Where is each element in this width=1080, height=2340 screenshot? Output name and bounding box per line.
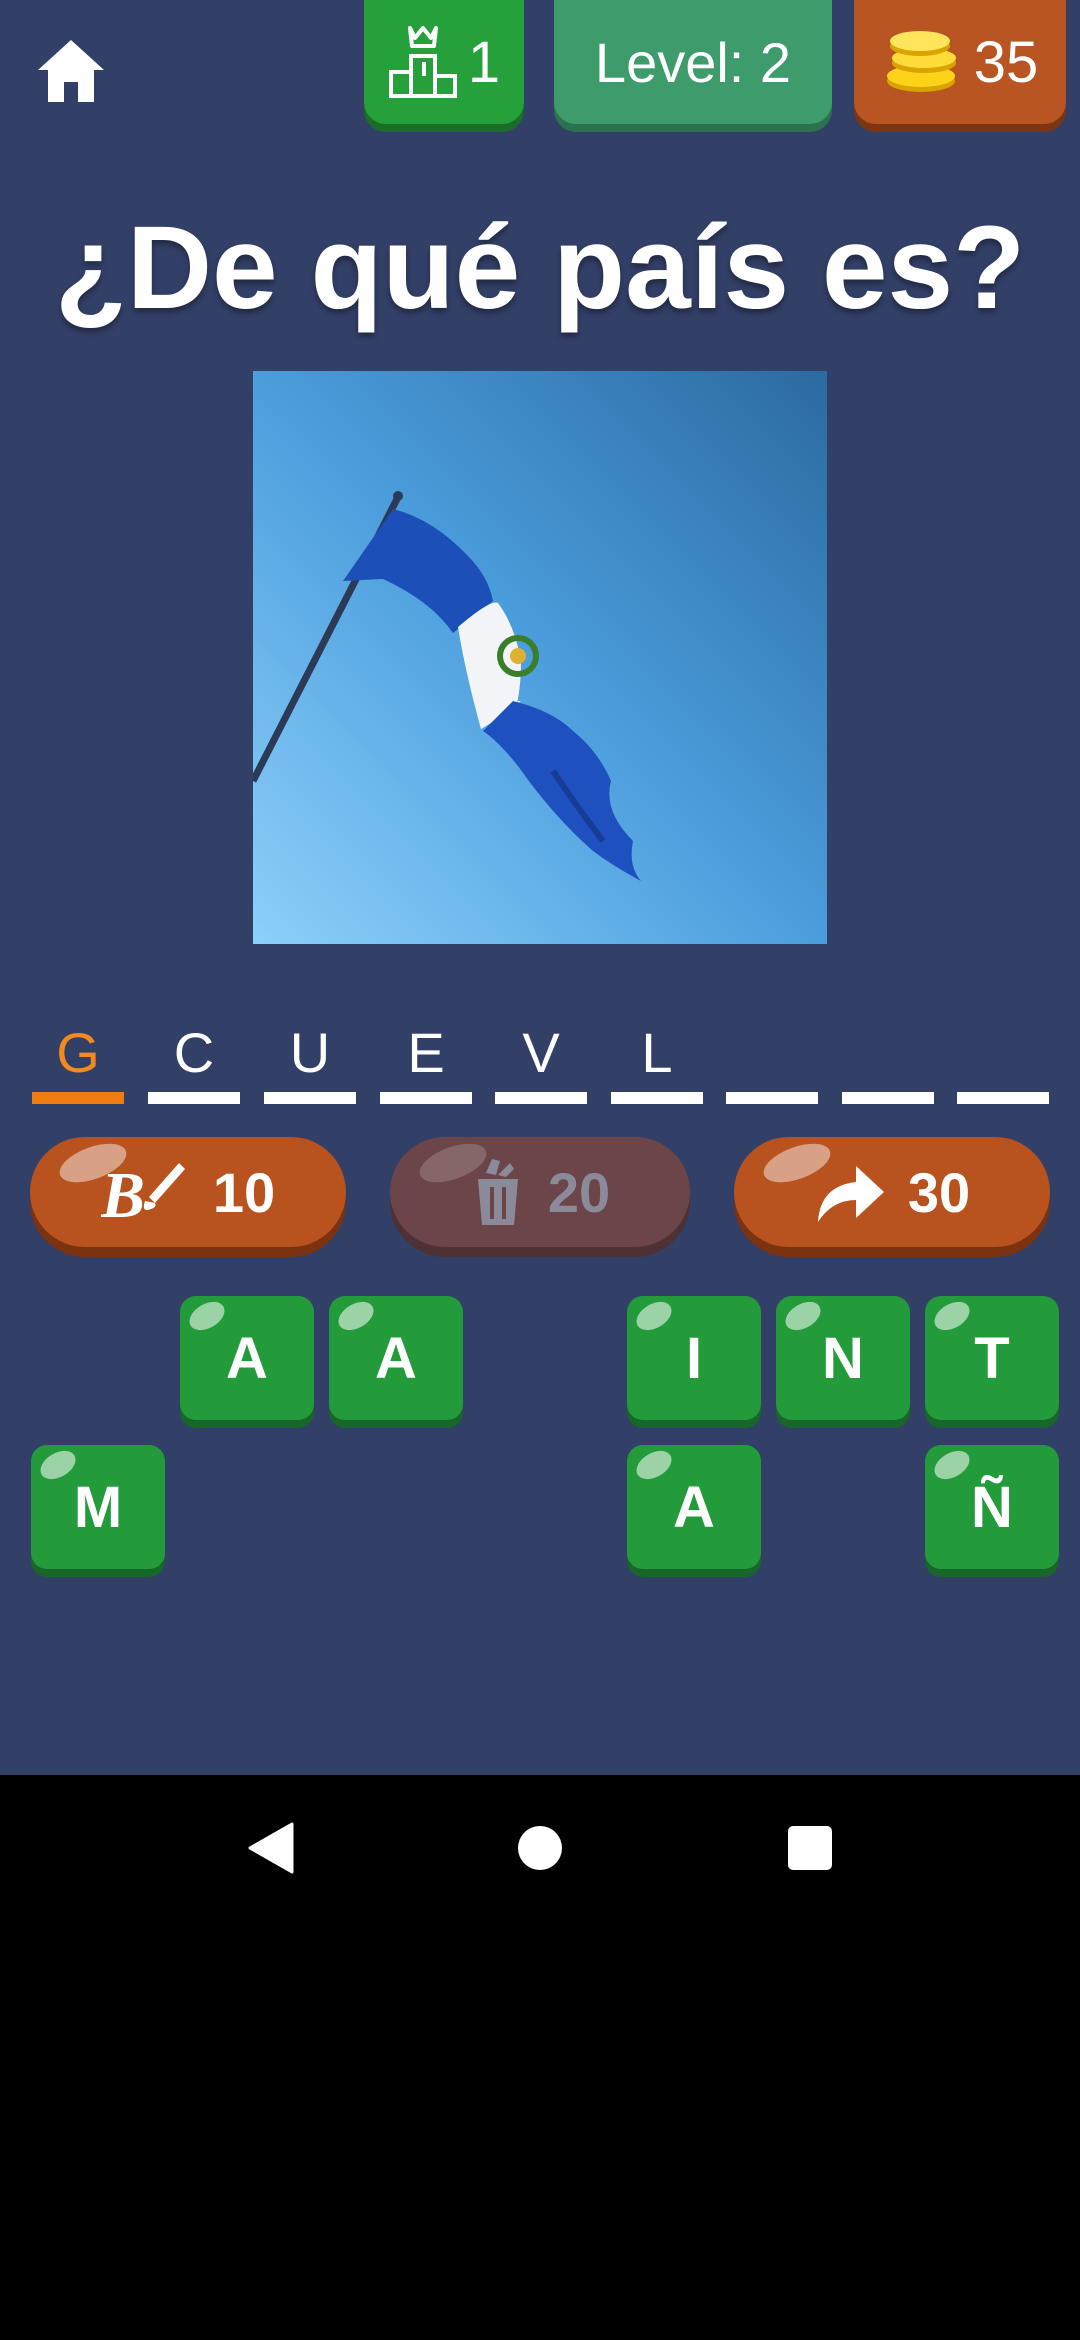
tile-letter: A [673, 1474, 715, 1540]
nav-home-icon [518, 1825, 562, 1870]
tile-letter: N [822, 1325, 864, 1391]
coins-tab[interactable]: 35 [854, 0, 1066, 124]
slot-letter: V [522, 1021, 560, 1084]
tile-shine [333, 1296, 379, 1336]
remove-cost: 20 [547, 1160, 611, 1224]
reveal-letter-button[interactable]: B 10 [30, 1135, 346, 1247]
tile-shine [184, 1296, 230, 1336]
letter-tile[interactable]: M [31, 1445, 165, 1569]
slot-letter: C [173, 1021, 215, 1084]
podium-icon [388, 26, 457, 98]
home-button[interactable] [36, 36, 106, 106]
system-nav-bar [0, 1775, 1080, 1920]
trash-icon [477, 1159, 518, 1225]
skip-cost: 30 [907, 1160, 971, 1224]
level-label: Level: 2 [594, 30, 792, 94]
letter-tile[interactable]: I [627, 1296, 761, 1420]
tile-letter: A [226, 1325, 268, 1391]
rank-value: 1 [467, 29, 501, 95]
tile-letter: T [974, 1325, 1010, 1391]
letter-tile[interactable]: A [627, 1445, 761, 1569]
answer-slot[interactable] [842, 1020, 934, 1104]
answer-slot[interactable]: G [32, 1020, 124, 1104]
tile-shine [631, 1445, 677, 1485]
remove-letters-button[interactable]: 20 [390, 1135, 690, 1247]
answer-slot[interactable]: V [495, 1020, 587, 1104]
tile-shine [631, 1296, 677, 1336]
leaderboard-tab[interactable]: 1 [364, 0, 524, 124]
skip-level-button[interactable]: 30 [734, 1135, 1050, 1247]
slot-letter: G [56, 1021, 100, 1084]
nav-recents-icon [788, 1825, 832, 1870]
home-icon [38, 40, 104, 102]
slot-underline [495, 1092, 587, 1104]
nav-back-button[interactable] [230, 1775, 310, 1920]
nav-home-button[interactable] [500, 1775, 580, 1920]
slot-underline [148, 1092, 240, 1104]
slot-underline [32, 1092, 124, 1104]
nav-back-icon [248, 1822, 294, 1873]
game-screen: 1 Level: 2 35 ¿De qué país es? G C U E V… [0, 0, 1080, 1775]
answer-slot[interactable]: E [380, 1020, 472, 1104]
tile-shine [929, 1296, 975, 1336]
slot-letter: U [289, 1021, 331, 1084]
level-indicator: Level: 2 [554, 0, 832, 124]
slot-underline [611, 1092, 703, 1104]
tile-letter: M [73, 1474, 123, 1540]
slot-underline [726, 1092, 818, 1104]
answer-slot[interactable]: U [264, 1020, 356, 1104]
coins-icon [886, 31, 956, 92]
tile-letter: A [375, 1325, 417, 1391]
letter-tile[interactable]: N [776, 1296, 910, 1420]
reveal-cost: 10 [212, 1160, 276, 1224]
answer-slot[interactable]: L [611, 1020, 703, 1104]
slot-underline [264, 1092, 356, 1104]
coins-value: 35 [973, 29, 1039, 95]
letter-tile[interactable]: T [925, 1296, 1059, 1420]
tile-letter: Ñ [971, 1474, 1013, 1540]
answer-slot[interactable] [957, 1020, 1049, 1104]
letter-tile[interactable]: Ñ [925, 1445, 1059, 1569]
tile-shine [780, 1296, 826, 1336]
letter-tile[interactable]: A [329, 1296, 463, 1420]
answer-slots: G C U E V L [32, 1020, 1052, 1104]
skip-arrow-icon [817, 1166, 884, 1222]
letter-tile[interactable]: A [180, 1296, 314, 1420]
slot-letter: L [641, 1021, 673, 1084]
slot-letter: E [407, 1021, 445, 1084]
slot-underline [957, 1092, 1049, 1104]
question-title: ¿De qué país es? [54, 202, 1026, 334]
answer-slot[interactable] [726, 1020, 818, 1104]
flag-photo [253, 371, 827, 944]
slot-underline [380, 1092, 472, 1104]
nav-recents-button[interactable] [770, 1775, 850, 1920]
slot-underline [842, 1092, 934, 1104]
tile-letter: I [685, 1325, 703, 1391]
answer-slot[interactable]: C [148, 1020, 240, 1104]
tile-shine [929, 1445, 975, 1485]
